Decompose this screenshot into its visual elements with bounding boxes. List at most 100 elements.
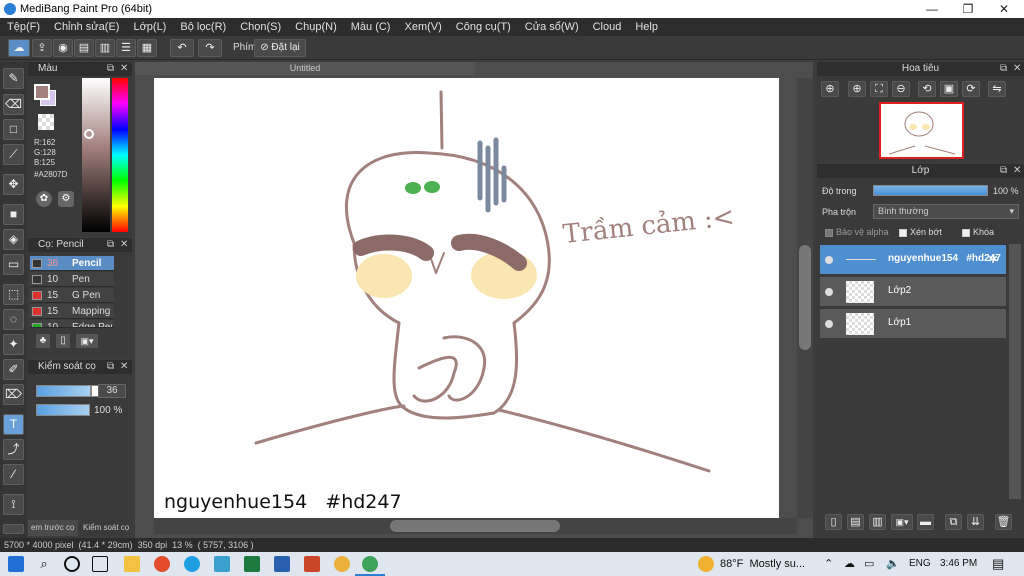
- cloud-icon[interactable]: ☁: [8, 39, 30, 57]
- menu-snap[interactable]: Chụp(N): [288, 18, 344, 36]
- new-halftone-layer-icon[interactable]: ▤: [847, 514, 864, 530]
- tray-arrow-icon[interactable]: ⌃: [824, 557, 833, 570]
- file-explorer-icon[interactable]: [124, 556, 140, 572]
- minimize-button[interactable]: —: [914, 0, 950, 18]
- new-1bit-layer-icon[interactable]: ▥: [869, 514, 886, 530]
- rectangle-tool-icon[interactable]: □: [3, 119, 24, 140]
- zoom-in-icon[interactable]: ⊕: [821, 81, 839, 97]
- popout-icon[interactable]: ⧉: [107, 238, 114, 252]
- brush-item[interactable]: 15 G Pen: [30, 288, 114, 303]
- canvas[interactable]: Trầm cảm :< nguyenhue154 #hd247: [154, 78, 779, 518]
- saturation-brightness-picker[interactable]: [82, 78, 110, 232]
- menu-select[interactable]: Chọn(S): [233, 18, 288, 36]
- hand-tool-icon[interactable]: [3, 524, 24, 534]
- rotate-reset-icon[interactable]: ⟳: [962, 81, 980, 97]
- menu-edit[interactable]: Chỉnh sửa(E): [47, 18, 126, 36]
- layer-row[interactable]: nguyenhue154 #hd247 ✲: [820, 245, 1006, 275]
- popout-icon[interactable]: ⧉: [1000, 164, 1007, 178]
- powerpoint-icon[interactable]: [304, 556, 320, 572]
- protect-alpha-checkbox[interactable]: Bảo vệ alpha: [825, 227, 889, 237]
- windows-start-icon[interactable]: [8, 556, 24, 572]
- brush-tool-icon[interactable]: ✎: [3, 68, 24, 89]
- move-tool-icon[interactable]: ✥: [3, 174, 24, 195]
- eye-icon[interactable]: [825, 256, 833, 264]
- layer-menu-icon[interactable]: ▣▾: [891, 514, 913, 530]
- medibang-taskbar-icon[interactable]: [362, 556, 378, 572]
- close-icon[interactable]: ✕: [120, 238, 128, 252]
- blend-mode-select[interactable]: Bình thường ▾: [873, 204, 1019, 219]
- zoom-out-icon[interactable]: ⊖: [892, 81, 910, 97]
- brush-item[interactable]: 15 Mapping Pen: [30, 304, 114, 319]
- brush-opacity-slider[interactable]: [36, 404, 90, 416]
- clock[interactable]: 3:46 PM: [940, 558, 977, 569]
- popout-icon[interactable]: ⧉: [107, 360, 114, 374]
- menu-filter[interactable]: Bộ lọc(R): [173, 18, 233, 36]
- palette-icon[interactable]: ✿: [36, 191, 52, 207]
- bucket-tool-icon[interactable]: ◈: [3, 229, 24, 250]
- popout-icon[interactable]: ⧉: [1000, 62, 1007, 76]
- gear-icon[interactable]: ✲: [988, 252, 998, 266]
- foreground-color-swatch[interactable]: [34, 84, 50, 100]
- reset-button[interactable]: ⊘ Đặt lại: [254, 39, 306, 57]
- monitor-icon[interactable]: [214, 556, 230, 572]
- fit-window-icon[interactable]: ⛶: [870, 81, 888, 97]
- hue-slider[interactable]: [112, 78, 128, 232]
- close-icon[interactable]: ✕: [1013, 62, 1021, 76]
- eye-icon[interactable]: [825, 320, 833, 328]
- layer-row[interactable]: Lớp2: [820, 277, 1006, 307]
- layer-row[interactable]: Lớp1: [820, 309, 1006, 339]
- fullscreen-icon[interactable]: ▣: [940, 81, 958, 97]
- menu-help[interactable]: Help: [628, 18, 665, 36]
- merge-down-icon[interactable]: ⇊: [967, 514, 984, 530]
- weather-text[interactable]: 88°F Mostly su...: [720, 558, 805, 570]
- list-icon[interactable]: ☰: [116, 39, 136, 57]
- document-tab[interactable]: Untitled: [135, 62, 475, 75]
- tab-brush-control[interactable]: Kiểm soát cọ: [80, 520, 130, 536]
- picker-cursor[interactable]: [84, 129, 94, 139]
- brush-size-field[interactable]: 36: [98, 384, 126, 398]
- menu-color[interactable]: Màu (C): [344, 18, 398, 36]
- grid-icon[interactable]: ▦: [137, 39, 157, 57]
- add-brush-icon[interactable]: ♣: [36, 334, 50, 348]
- upload-icon[interactable]: ⇪: [32, 39, 52, 57]
- select-tool-icon[interactable]: ⬚: [3, 284, 24, 305]
- select-pen-icon[interactable]: ✐: [3, 359, 24, 380]
- duplicate-layer-icon[interactable]: ⧉: [945, 514, 962, 530]
- maximize-button[interactable]: ❐: [950, 0, 986, 18]
- opera-icon[interactable]: [154, 556, 170, 572]
- flip-icon[interactable]: ⇋: [988, 81, 1006, 97]
- document-icon[interactable]: ▥: [95, 39, 115, 57]
- volume-icon[interactable]: 🔈: [886, 557, 900, 570]
- horizontal-scroll-thumb[interactable]: [390, 520, 560, 532]
- brush-item[interactable]: 10 Pen: [30, 272, 114, 287]
- redo-icon[interactable]: ↷: [198, 39, 222, 57]
- magic-wand-icon[interactable]: ✦: [3, 334, 24, 355]
- excel-icon[interactable]: [244, 556, 260, 572]
- search-icon[interactable]: ⌕: [36, 556, 52, 572]
- fill-rect-tool-icon[interactable]: ■: [3, 204, 24, 225]
- navigator-thumbnail[interactable]: [879, 102, 964, 159]
- eye-icon[interactable]: [825, 288, 833, 296]
- new-layer-icon[interactable]: ▯: [825, 514, 842, 530]
- folder-icon[interactable]: ▬: [917, 514, 934, 530]
- close-icon[interactable]: ✕: [120, 360, 128, 374]
- clipping-checkbox[interactable]: Xén bớt: [899, 227, 942, 237]
- brush-item[interactable]: 10 Edge Pen: [30, 320, 114, 328]
- menu-cloud[interactable]: Cloud: [586, 18, 629, 36]
- lock-checkbox[interactable]: Khóa: [962, 227, 994, 237]
- brush-menu-icon[interactable]: ▣▾: [76, 334, 98, 348]
- layer-opacity-slider[interactable]: [873, 185, 988, 196]
- popout-icon[interactable]: ⧉: [107, 62, 114, 76]
- eyedropper-icon[interactable]: ⟟: [3, 494, 24, 515]
- text-tool-icon[interactable]: T: [3, 414, 24, 435]
- menu-tools[interactable]: Công cụ(T): [449, 18, 518, 36]
- rotate-icon[interactable]: ⟲: [918, 81, 936, 97]
- delete-layer-icon[interactable]: 🗑: [995, 514, 1012, 530]
- lasso-tool-icon[interactable]: ◌: [3, 309, 24, 330]
- eraser-tool-icon[interactable]: ⌫: [3, 94, 24, 115]
- close-icon[interactable]: ✕: [1013, 164, 1021, 178]
- edge-icon[interactable]: [184, 556, 200, 572]
- network-icon[interactable]: ☁: [844, 557, 855, 570]
- gradient-tool-icon[interactable]: ▭: [3, 254, 24, 275]
- word-icon[interactable]: [274, 556, 290, 572]
